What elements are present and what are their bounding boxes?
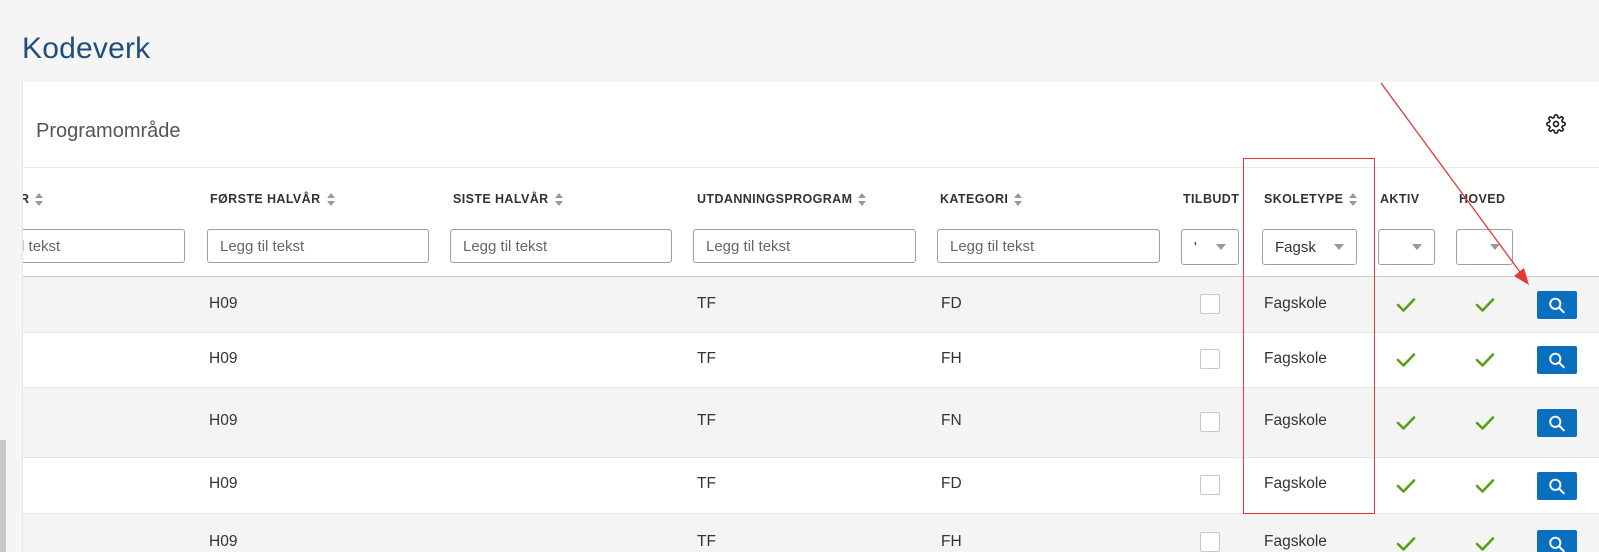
column-header-utdanningsprogram[interactable]: UTDANNINGSPROGRAM: [697, 192, 867, 206]
cell-forste-halvar: H09: [209, 350, 238, 367]
cell-kategori: FN: [941, 412, 962, 429]
cell-skoletype: Fagskole: [1264, 412, 1327, 429]
column-header-kategori[interactable]: KATEGORI: [940, 192, 1023, 206]
title-divider: [23, 167, 1599, 168]
filter-input-siste-halvar[interactable]: [450, 229, 672, 263]
cell-utdanningsprogram: TF: [697, 412, 716, 429]
column-header-hoved[interactable]: HOVED: [1459, 192, 1505, 206]
tilbudt-checkbox[interactable]: [1200, 349, 1220, 369]
cell-forste-halvar: H09: [209, 533, 238, 550]
gear-icon[interactable]: [1546, 114, 1566, 134]
table-row[interactable]: H09 TF FH Fagskole: [23, 514, 1599, 552]
sort-icon: [1014, 192, 1023, 206]
column-header-label: FØRSTE HALVÅR: [210, 192, 321, 206]
column-header-siste-halvar[interactable]: SISTE HALVÅR: [453, 192, 563, 206]
column-header-label: R: [23, 192, 29, 206]
check-icon: [1475, 537, 1495, 551]
cell-kategori: FH: [941, 350, 962, 367]
filter-input-utdanningsprogram[interactable]: [693, 229, 916, 263]
select-value: ': [1194, 239, 1197, 256]
chevron-down-icon: [1412, 244, 1422, 250]
column-header-label: UTDANNINGSPROGRAM: [697, 192, 853, 206]
filter-input-forste-halvar[interactable]: [207, 229, 429, 263]
check-icon: [1396, 298, 1416, 312]
view-button[interactable]: [1537, 530, 1577, 552]
cell-forste-halvar: H09: [209, 475, 238, 492]
tilbudt-checkbox[interactable]: [1200, 475, 1220, 495]
sort-icon: [326, 192, 335, 206]
column-header-forste-halvar[interactable]: FØRSTE HALVÅR: [210, 192, 335, 206]
check-icon: [1396, 353, 1416, 367]
sort-icon: [554, 192, 563, 206]
search-icon: [1549, 536, 1565, 552]
view-button[interactable]: [1537, 409, 1577, 437]
column-header-label: HOVED: [1459, 192, 1506, 206]
chevron-down-icon: [1490, 244, 1500, 250]
left-edge-strip: [0, 440, 6, 552]
check-icon: [1396, 416, 1416, 430]
cell-skoletype: Fagskole: [1264, 475, 1327, 492]
view-button[interactable]: [1537, 346, 1577, 374]
table-row[interactable]: H09 TF FN Fagskole: [23, 388, 1599, 458]
column-header-code[interactable]: R: [23, 192, 44, 206]
cell-forste-halvar: H09: [209, 412, 238, 429]
cell-skoletype: Fagskole: [1264, 350, 1327, 367]
column-header-label: KATEGORI: [940, 192, 1009, 206]
column-header-aktiv[interactable]: AKTIV: [1380, 192, 1420, 206]
column-header-skoletype[interactable]: SKOLETYPE: [1264, 192, 1358, 206]
column-header-tilbudt[interactable]: TILBUDT: [1183, 192, 1239, 206]
column-header-label: TILBUDT: [1183, 192, 1240, 206]
view-button[interactable]: [1537, 472, 1577, 500]
filter-select-aktiv[interactable]: [1378, 229, 1435, 265]
column-header-label: SISTE HALVÅR: [453, 192, 549, 206]
view-button[interactable]: [1537, 291, 1577, 319]
chevron-down-icon: [1334, 244, 1344, 250]
filter-input-code[interactable]: [23, 229, 185, 263]
card-title: Programområde: [36, 120, 181, 142]
table-card: Programområde R FØRSTE HALVÅR SISTE HALV…: [22, 82, 1599, 552]
filter-select-skoletype[interactable]: Fagsk: [1262, 229, 1357, 265]
table-row[interactable]: H09 TF FD Fagskole: [23, 277, 1599, 333]
select-value: Fagsk: [1275, 239, 1316, 256]
check-icon: [1475, 479, 1495, 493]
check-icon: [1396, 479, 1416, 493]
table-row[interactable]: H09 TF FD Fagskole: [23, 458, 1599, 514]
check-icon: [1475, 298, 1495, 312]
column-header-label: AKTIV: [1380, 192, 1420, 206]
sort-icon: [1349, 192, 1358, 206]
chevron-down-icon: [1216, 244, 1226, 250]
tilbudt-checkbox[interactable]: [1200, 412, 1220, 432]
tilbudt-checkbox[interactable]: [1200, 532, 1220, 552]
cell-kategori: FD: [941, 295, 962, 312]
search-icon: [1549, 352, 1565, 369]
cell-forste-halvar: H09: [209, 295, 238, 312]
filter-input-kategori[interactable]: [937, 229, 1160, 263]
cell-skoletype: Fagskole: [1264, 295, 1327, 312]
cell-utdanningsprogram: TF: [697, 350, 716, 367]
tilbudt-checkbox[interactable]: [1200, 294, 1220, 314]
filter-select-tilbudt[interactable]: ': [1181, 229, 1239, 265]
cell-skoletype: Fagskole: [1264, 533, 1327, 550]
check-icon: [1475, 353, 1495, 367]
sort-icon: [858, 192, 867, 206]
sort-icon: [35, 192, 44, 206]
search-icon: [1549, 415, 1565, 432]
page-title: Kodeverk: [22, 32, 151, 65]
filter-select-hoved[interactable]: [1456, 229, 1513, 265]
cell-utdanningsprogram: TF: [697, 295, 716, 312]
column-header-label: SKOLETYPE: [1264, 192, 1344, 206]
check-icon: [1475, 416, 1495, 430]
table-row[interactable]: H09 TF FH Fagskole: [23, 333, 1599, 388]
search-icon: [1549, 297, 1565, 314]
check-icon: [1396, 537, 1416, 551]
cell-utdanningsprogram: TF: [697, 475, 716, 492]
search-icon: [1549, 478, 1565, 495]
cell-kategori: FH: [941, 533, 962, 550]
cell-kategori: FD: [941, 475, 962, 492]
cell-utdanningsprogram: TF: [697, 533, 716, 550]
